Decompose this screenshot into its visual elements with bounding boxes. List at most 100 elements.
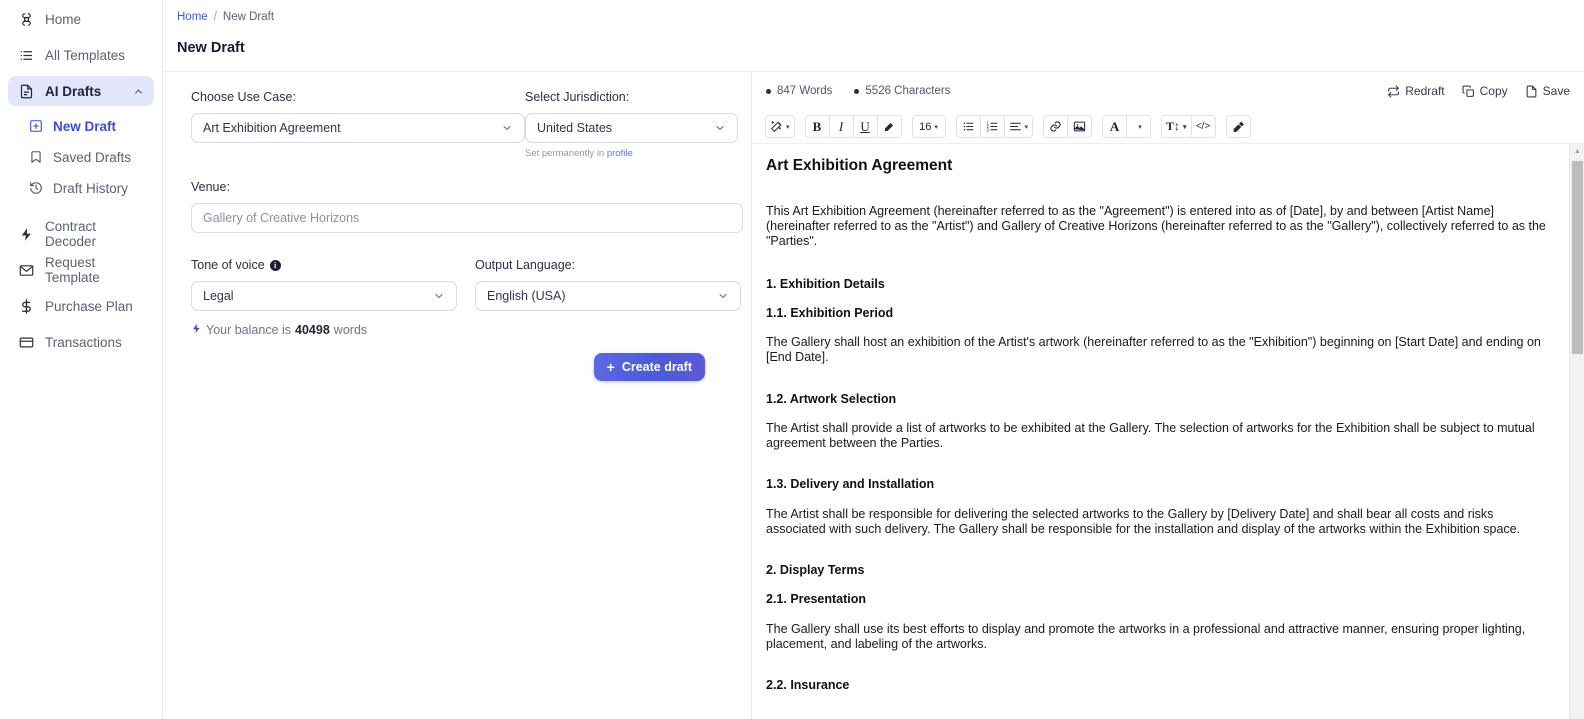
sidebar-item-all-templates[interactable]: All Templates (8, 40, 154, 70)
sidebar-item-request-template[interactable]: Request Template (8, 255, 154, 285)
scrollbar-thumb[interactable] (1572, 161, 1583, 354)
chevron-down-icon (714, 122, 726, 134)
chevron-up-icon[interactable] (133, 86, 144, 97)
language-label: Output Language: (475, 258, 576, 272)
tone-field-group: Tone of voice i Legal (191, 258, 457, 311)
sidebar-item-draft-history[interactable]: Draft History (8, 174, 154, 202)
create-draft-row: + Create draft (191, 353, 723, 381)
document-paragraph-1-3: The Artist shall be responsible for deli… (766, 506, 1521, 536)
caret-down-icon: ▾ (1138, 123, 1142, 131)
bolt-icon (191, 323, 202, 337)
editor-toolbar: ▾ B I U 16 ▾ 1 2 3 ▾ A ▾ T↕ ▾ </> (752, 110, 1584, 144)
highlighter-icon[interactable] (876, 115, 902, 138)
toolbar-group-insert (1043, 115, 1093, 138)
draft-form-pane: Choose Use Case: Art Exhibition Agreemen… (163, 72, 752, 719)
code-view-button[interactable]: </> (1190, 115, 1216, 138)
venue-input[interactable]: Gallery of Creative Horizons (191, 203, 743, 233)
credit-card-icon (18, 334, 34, 350)
bold-button[interactable]: B (804, 115, 830, 138)
document-title: Art Exhibition Agreement (766, 157, 953, 174)
tone-select[interactable]: Legal (191, 281, 457, 311)
copy-label: Copy (1479, 84, 1508, 98)
document-heading-1-1: 1.1. Exhibition Period (766, 305, 894, 320)
italic-button[interactable]: I (828, 115, 854, 138)
plus-square-icon (28, 119, 43, 134)
scroll-up-arrow-icon[interactable]: ▲ (1570, 144, 1584, 159)
character-count-stat: 5526 Characters (854, 85, 950, 97)
sidebar-item-contract-decoder[interactable]: Contract Decoder (8, 219, 154, 249)
bullet-dot-icon (766, 88, 771, 94)
sidebar-item-ai-drafts[interactable]: AI Drafts (8, 76, 154, 106)
sidebar-item-saved-drafts[interactable]: Saved Drafts (8, 143, 154, 171)
tone-label: Tone of voice i (191, 258, 457, 272)
toolbar-group-color: A ▾ (1102, 115, 1152, 138)
balance-prefix: Your balance is (206, 323, 292, 337)
sidebar-item-label: Transactions (45, 334, 122, 350)
sidebar-item-home[interactable]: Home (8, 4, 154, 34)
sidebar-item-transactions[interactable]: Transactions (8, 327, 154, 357)
document-scrollbar[interactable]: ▲ (1569, 144, 1584, 719)
font-size-value: 16 (919, 120, 932, 133)
copy-icon (1462, 85, 1475, 98)
sidebar-item-label: All Templates (45, 47, 126, 63)
language-field-group: Output Language: English (USA) (475, 258, 741, 311)
redraft-label: Redraft (1405, 84, 1445, 98)
topbar: Home / New Draft New Draft (163, 0, 1584, 71)
profile-link[interactable]: profile (607, 148, 633, 159)
document-heading-1-2: 1.2. Artwork Selection (766, 391, 897, 406)
sidebar-item-label: AI Drafts (45, 83, 102, 99)
save-file-icon (1525, 85, 1538, 98)
document-heading-2-2: 2.2. Insurance (766, 678, 850, 693)
link-icon[interactable] (1043, 115, 1069, 138)
home-grid-icon (18, 11, 34, 27)
font-size-select[interactable]: 16 ▾ (911, 115, 946, 138)
font-color-dropdown[interactable]: ▾ (1126, 115, 1152, 138)
venue-label: Venue: (191, 180, 230, 194)
bolt-icon (18, 226, 34, 242)
venue-field-group: Venue: Gallery of Creative Horizons (191, 180, 743, 233)
sidebar-subitem-label: New Draft (53, 118, 117, 134)
bullet-dot-icon (854, 88, 860, 94)
bookmark-icon (28, 150, 43, 165)
breadcrumb-current: New Draft (222, 11, 275, 23)
breadcrumb-home-link[interactable]: Home (177, 11, 208, 23)
jurisdiction-select[interactable]: United States (525, 113, 738, 143)
line-height-button[interactable]: T↕ ▾ (1161, 115, 1192, 138)
word-count-value: 847 Words (777, 85, 833, 97)
editor-stats-bar: 847 Words 5526 Characters Redraft Copy S… (752, 72, 1584, 110)
chevron-down-icon (433, 290, 445, 302)
bullet-list-icon[interactable] (955, 115, 981, 138)
ordered-list-icon[interactable]: 123 (979, 115, 1005, 138)
info-icon[interactable]: i (269, 259, 281, 271)
venue-placeholder: Gallery of Creative Horizons (203, 211, 360, 225)
breadcrumb: Home / New Draft (177, 11, 1584, 23)
document-heading-2: 2. Display Terms (766, 563, 865, 578)
sidebar-item-purchase-plan[interactable]: Purchase Plan (8, 291, 154, 321)
language-select[interactable]: English (USA) (475, 281, 741, 311)
toolbar-group-ai: ▾ (765, 115, 795, 138)
use-case-select[interactable]: Art Exhibition Agreement (191, 113, 525, 143)
plus-icon: + (606, 359, 615, 375)
sidebar-item-new-draft[interactable]: New Draft (8, 112, 154, 140)
save-button[interactable]: Save (1525, 84, 1570, 98)
align-icon[interactable]: ▾ (1003, 115, 1034, 138)
jurisdiction-label: Select Jurisdiction: (525, 90, 630, 104)
document-intro-paragraph: This Art Exhibition Agreement (hereinaft… (766, 203, 1546, 249)
form-row-top: Choose Use Case: Art Exhibition Agreemen… (191, 90, 738, 159)
form-row-tone: Tone of voice i Legal Output Language: E… (191, 258, 741, 311)
toolbar-group-format: B I U (804, 115, 902, 138)
create-draft-button[interactable]: + Create draft (593, 353, 705, 381)
copy-button[interactable]: Copy (1462, 84, 1508, 98)
eraser-icon[interactable] (1225, 115, 1251, 138)
toolbar-group-size: 16 ▾ (911, 115, 946, 138)
document-editor[interactable]: Art Exhibition Agreement This Art Exhibi… (752, 144, 1569, 719)
underline-button[interactable]: U (852, 115, 878, 138)
caret-down-icon: ▾ (786, 123, 790, 131)
image-icon[interactable] (1067, 115, 1093, 138)
magic-wand-icon[interactable]: ▾ (765, 115, 795, 138)
font-color-button[interactable]: A (1102, 115, 1128, 138)
sidebar-item-label: Purchase Plan (45, 298, 133, 314)
jurisdiction-hint: Set permanently in profile (525, 148, 738, 159)
redraft-button[interactable]: Redraft (1387, 84, 1445, 98)
tone-label-text: Tone of voice (191, 258, 265, 272)
